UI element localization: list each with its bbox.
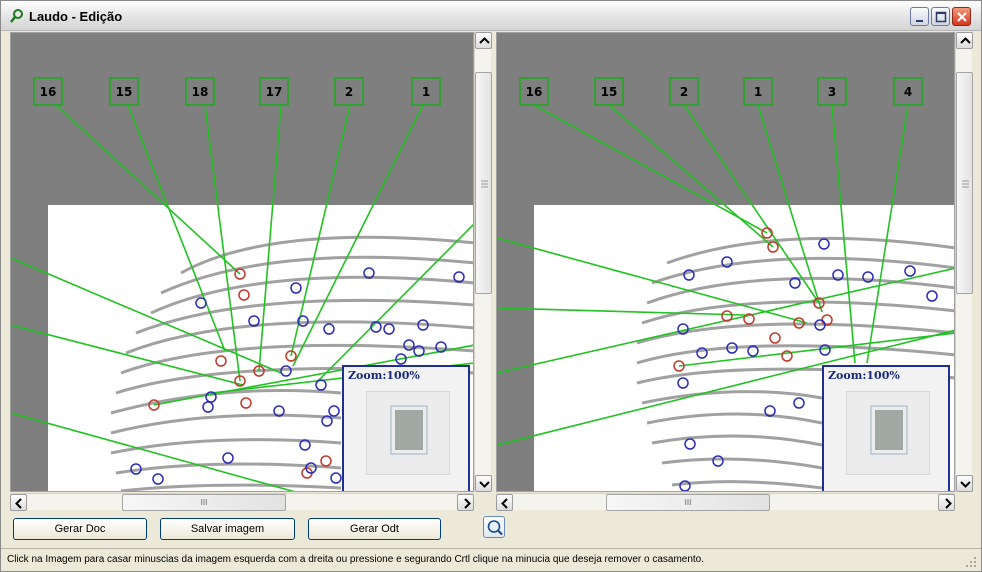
left-fingerprint-pane[interactable]: 16 15 18 17 2 1 Zoom:100% xyxy=(10,32,474,492)
left-label-boxes xyxy=(33,77,441,106)
arrow-right-icon xyxy=(945,498,952,509)
right-label-16: 16 xyxy=(526,85,543,99)
right-zoom-thumbnail xyxy=(846,391,930,475)
arrow-right-icon xyxy=(464,498,471,509)
window-title: Laudo - Edição xyxy=(29,9,123,24)
right-label-15: 15 xyxy=(601,85,618,99)
right-label-1: 1 xyxy=(754,85,762,99)
grip-icon xyxy=(481,180,488,188)
arrow-up-icon xyxy=(479,37,490,44)
right-label-boxes xyxy=(519,77,923,106)
gerar-doc-button[interactable]: Gerar Doc xyxy=(13,518,147,540)
left-scroll-up-button[interactable] xyxy=(475,32,492,49)
laudo-edicao-window: Laudo - Edição 16 15 18 17 2 1 Zoom:100%… xyxy=(0,0,982,572)
left-horizontal-scrollbar[interactable]: III xyxy=(10,493,474,511)
arrow-left-icon xyxy=(501,498,508,509)
right-fingerprint-pane[interactable]: 16 15 2 1 3 4 Zoom:100% xyxy=(496,32,955,492)
left-scroll-right-button[interactable] xyxy=(457,494,474,511)
arrow-down-icon xyxy=(479,481,490,488)
grip-icon xyxy=(962,180,969,188)
right-label-3: 3 xyxy=(828,85,836,99)
left-label-18: 18 xyxy=(192,85,209,99)
gerar-odt-button[interactable]: Gerar Odt xyxy=(308,518,441,540)
arrow-up-icon xyxy=(960,37,971,44)
left-label-17: 17 xyxy=(266,85,283,99)
left-label-16: 16 xyxy=(40,85,57,99)
minimize-button[interactable] xyxy=(910,7,929,26)
resize-grip-icon[interactable] xyxy=(965,556,977,568)
right-vscroll-thumb[interactable] xyxy=(956,72,973,294)
left-zoom-thumbnail xyxy=(366,391,450,475)
right-scroll-right-button[interactable] xyxy=(938,494,955,511)
right-label-4: 4 xyxy=(904,85,912,99)
left-label-1: 1 xyxy=(422,85,430,99)
title-bar: Laudo - Edição xyxy=(1,1,981,31)
left-zoom-box: Zoom:100% xyxy=(342,365,470,491)
left-scroll-left-button[interactable] xyxy=(10,494,27,511)
left-label-2: 2 xyxy=(345,85,353,99)
right-scroll-down-button[interactable] xyxy=(956,475,973,492)
left-hscroll-thumb[interactable]: III xyxy=(122,494,286,511)
maximize-icon xyxy=(935,11,947,23)
arrow-left-icon xyxy=(15,498,22,509)
magnifier-icon xyxy=(487,520,503,536)
left-zoom-label: Zoom:100% xyxy=(348,369,420,382)
right-label-2: 2 xyxy=(680,85,688,99)
right-zoom-box: Zoom:100% xyxy=(822,365,950,491)
left-vscroll-thumb[interactable] xyxy=(475,72,492,294)
right-scroll-up-button[interactable] xyxy=(956,32,973,49)
left-label-15: 15 xyxy=(116,85,133,99)
left-vertical-scrollbar[interactable] xyxy=(474,32,492,492)
close-button[interactable] xyxy=(952,7,971,26)
close-icon xyxy=(957,12,967,22)
right-vertical-scrollbar[interactable] xyxy=(955,32,973,492)
salvar-imagem-button[interactable]: Salvar imagem xyxy=(160,518,295,540)
status-text: Click na Imagem para casar minuscias da … xyxy=(7,554,705,565)
arrow-down-icon xyxy=(960,481,971,488)
left-scroll-down-button[interactable] xyxy=(475,475,492,492)
right-scroll-left-button[interactable] xyxy=(496,494,513,511)
zoom-toggle-button[interactable] xyxy=(483,516,505,538)
maximize-button[interactable] xyxy=(931,7,950,26)
status-bar: Click na Imagem para casar minuscias da … xyxy=(1,548,981,571)
right-hscroll-thumb[interactable]: III xyxy=(606,494,770,511)
magnifier-icon xyxy=(9,8,25,24)
right-horizontal-scrollbar[interactable]: III xyxy=(496,493,955,511)
minimize-icon xyxy=(916,20,923,22)
right-zoom-label: Zoom:100% xyxy=(828,369,900,382)
